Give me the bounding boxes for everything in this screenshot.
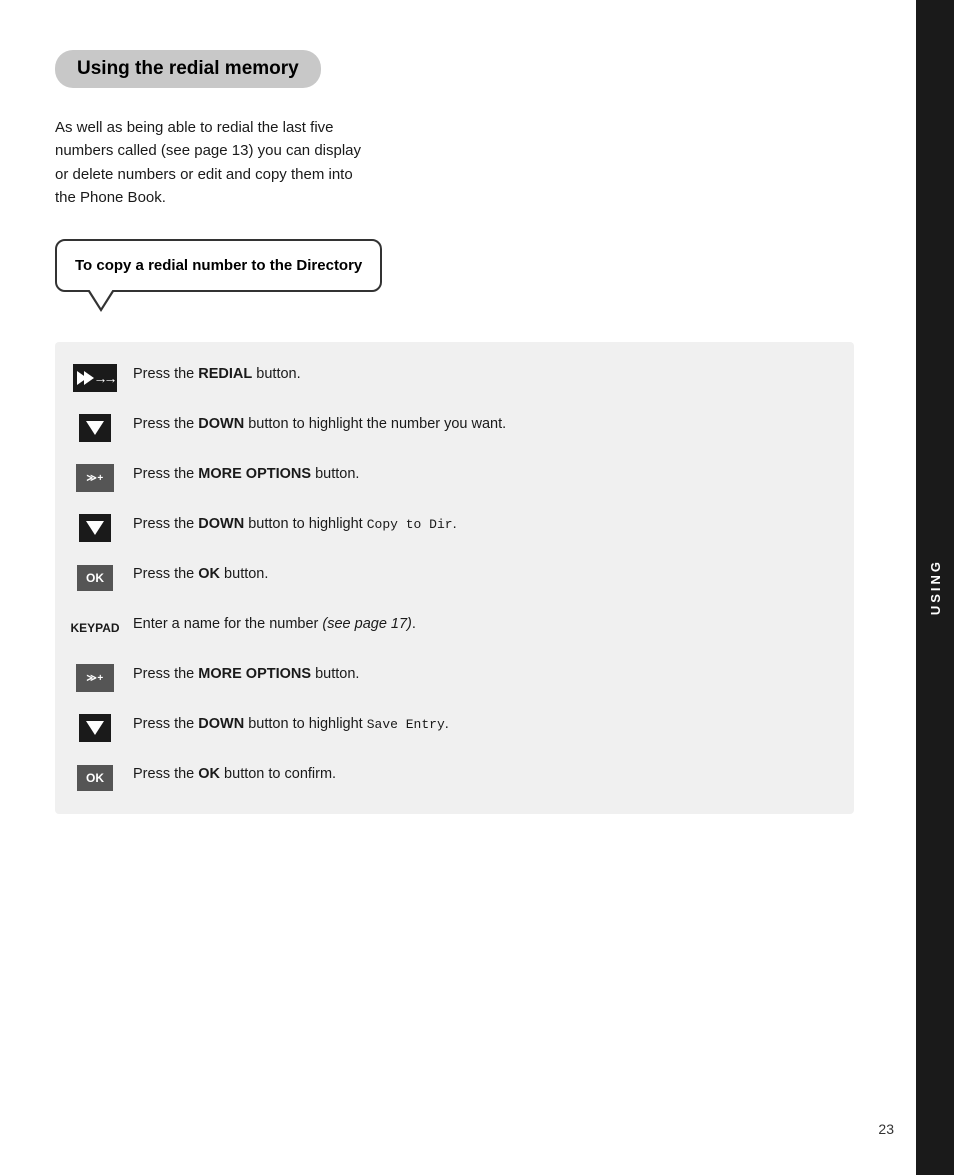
more-options-icon-2: ≫+ <box>73 662 117 694</box>
step-3-text: Press the MORE OPTIONS button. <box>133 462 359 485</box>
more-options-icon-1: ≫+ <box>73 462 117 494</box>
page-number: 23 <box>878 1121 894 1137</box>
ok-icon-2: OK <box>73 762 117 794</box>
down-icon-2 <box>73 512 117 544</box>
steps-area: Press the REDIAL button. Press the DOWN … <box>55 342 854 814</box>
more-options-label-2: MORE OPTIONS <box>198 666 311 682</box>
step-4-text: Press the DOWN button to highlight Copy … <box>133 512 457 535</box>
ok-icon-1: OK <box>73 562 117 594</box>
down-label-2: DOWN <box>198 516 244 532</box>
down-label-1: DOWN <box>198 416 244 432</box>
ok-label-2: OK <box>198 766 220 782</box>
intro-text: As well as being able to redial the last… <box>55 116 375 209</box>
step-8-text: Press the DOWN button to highlight Save … <box>133 712 449 735</box>
step-row: Press the DOWN button to highlight Save … <box>73 712 836 744</box>
down-button-icon-2 <box>79 514 111 542</box>
down-label-3: DOWN <box>198 716 244 732</box>
ok-button-icon-2: OK <box>77 765 113 791</box>
right-sidebar: USING <box>916 0 954 1175</box>
more-button-icon: ≫+ <box>76 464 114 492</box>
down-arrow-icon <box>86 421 104 435</box>
more-button-icon-2: ≫+ <box>76 664 114 692</box>
step-row: ≫+ Press the MORE OPTIONS button. <box>73 462 836 494</box>
sidebar-label: USING <box>928 559 943 615</box>
down-icon-1 <box>73 412 117 444</box>
step-row: OK Press the OK button. <box>73 562 836 594</box>
step-row: Press the DOWN button to highlight the n… <box>73 412 836 444</box>
ok-button-icon: OK <box>77 565 113 591</box>
step-9-text: Press the OK button to confirm. <box>133 762 336 785</box>
down-icon-3 <box>73 712 117 744</box>
down-button-icon-3 <box>79 714 111 742</box>
step-row: OK Press the OK button to confirm. <box>73 762 836 794</box>
double-arrow-icon <box>77 371 94 385</box>
step-row: KEYPAD Enter a name for the number (see … <box>73 612 836 644</box>
down-button-icon <box>79 414 111 442</box>
see-page-17: (see page 17) <box>322 616 411 632</box>
keypad-icon: KEYPAD <box>73 612 117 644</box>
ok-label-1: OK <box>198 566 220 582</box>
page-title: Using the redial memory <box>77 58 299 79</box>
step-2-text: Press the DOWN button to highlight the n… <box>133 412 506 435</box>
title-pill: Using the redial memory <box>55 50 321 88</box>
redial-icon <box>73 362 117 394</box>
down-arrow-icon-2 <box>86 521 104 535</box>
callout-title: To copy a redial number to the Directory <box>75 255 362 276</box>
arrow2 <box>84 371 94 385</box>
keypad-label: KEYPAD <box>70 621 119 635</box>
step-1-text: Press the REDIAL button. <box>133 362 301 385</box>
save-entry-text: Save Entry <box>367 717 445 732</box>
step-5-text: Press the OK button. <box>133 562 268 585</box>
step-row: ≫+ Press the MORE OPTIONS button. <box>73 662 836 694</box>
step-row: Press the DOWN button to highlight Copy … <box>73 512 836 544</box>
step-row: Press the REDIAL button. <box>73 362 836 394</box>
redial-button-icon <box>73 364 117 392</box>
more-options-label-1: MORE OPTIONS <box>198 466 311 482</box>
down-arrow-icon-3 <box>86 721 104 735</box>
callout-box: To copy a redial number to the Directory <box>55 239 382 292</box>
step-7-text: Press the MORE OPTIONS button. <box>133 662 359 685</box>
step-6-text: Enter a name for the number (see page 17… <box>133 612 416 635</box>
redial-label: REDIAL <box>198 366 252 382</box>
copy-to-dir-text: Copy to Dir <box>367 517 453 532</box>
main-content: Using the redial memory As well as being… <box>0 0 914 1175</box>
